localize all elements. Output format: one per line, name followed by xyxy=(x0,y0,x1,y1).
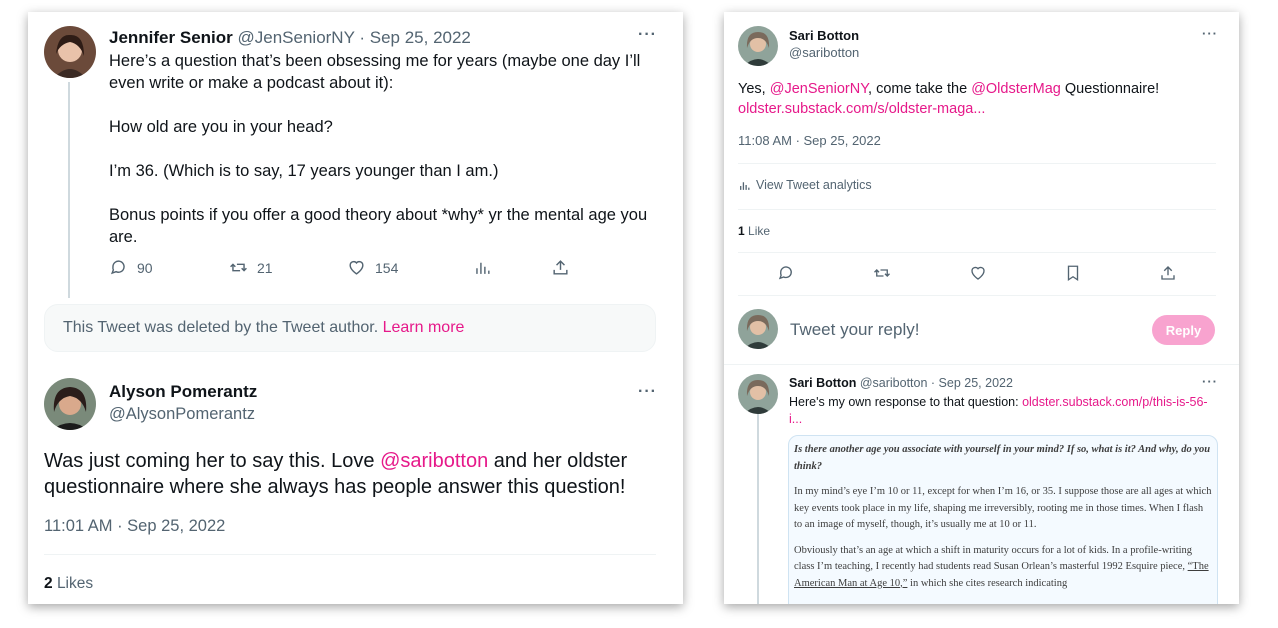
divider xyxy=(44,554,656,555)
thread-connector-line xyxy=(68,82,70,298)
tweet1-date[interactable]: · Sep 25, 2022 xyxy=(359,28,471,47)
heart-icon[interactable] xyxy=(969,264,987,282)
tweet1-author-handle[interactable]: @JenSeniorNY xyxy=(238,28,355,47)
reply-input[interactable]: Tweet your reply! xyxy=(790,320,919,340)
retweet-count: 21 xyxy=(257,259,273,276)
share-icon[interactable] xyxy=(1159,264,1177,282)
tweet1-paragraph: I’m 36. (Which is to say, 17 years young… xyxy=(109,162,499,180)
current-user-avatar[interactable] xyxy=(738,309,778,349)
main-tweet-text: Questionnaire! xyxy=(1060,81,1160,97)
like-button[interactable]: 154 xyxy=(347,258,398,277)
divider xyxy=(738,209,1216,210)
excerpt-text: Obviously that’s an age at which a shift… xyxy=(794,544,1193,573)
excerpt-paragraph: Obviously that’s an age at which a shift… xyxy=(794,543,1212,593)
thread-connector-line xyxy=(757,414,759,604)
tweet1-author-name[interactable]: Jennifer Senior xyxy=(109,28,233,47)
divider xyxy=(738,163,1216,164)
main-tweet-likes[interactable]: 1 Like xyxy=(738,224,770,238)
jennifer-senior-avatar[interactable] xyxy=(44,26,96,78)
tweet2-body: Was just coming her to say this. Love @s… xyxy=(44,448,664,500)
main-tweet-body: Yes, @JenSeniorNY, come take the @Oldste… xyxy=(738,79,1218,119)
divider xyxy=(724,364,1239,365)
analytics-icon xyxy=(476,262,490,274)
divider xyxy=(738,295,1216,296)
alyson-pomerantz-avatar[interactable] xyxy=(44,378,96,430)
likes-count: 1 xyxy=(738,224,745,238)
tweet1-more-icon[interactable]: ··· xyxy=(638,26,657,44)
tweet1-paragraph: Here’s a question that’s been obsessing … xyxy=(109,52,641,92)
reply-count: 90 xyxy=(137,259,153,276)
reply-icon xyxy=(110,260,125,275)
reply-more-icon[interactable]: ··· xyxy=(1202,374,1218,389)
tweet1-body: Here’s a question that’s been obsessing … xyxy=(109,50,674,248)
excerpt-question: Is there another age you associate with … xyxy=(794,444,1211,472)
tweet2-likes[interactable]: 2 Likes xyxy=(44,575,93,593)
main-tweet-timestamp[interactable]: 11:08 AM · Sep 25, 2022 xyxy=(738,133,881,148)
reply-author-handle[interactable]: @saribotton xyxy=(860,376,928,390)
reply-date[interactable]: · Sep 25, 2022 xyxy=(931,376,1013,390)
mention-jenseniorny[interactable]: @JenSeniorNY xyxy=(770,81,868,97)
tweet1-header: Jennifer Senior @JenSeniorNY · Sep 25, 2… xyxy=(109,28,471,48)
tweet2-author-name[interactable]: Alyson Pomerantz xyxy=(109,382,257,402)
main-tweet-actions xyxy=(724,264,1239,284)
share-icon xyxy=(553,260,568,275)
mention-oldstermag[interactable]: @OldsterMag xyxy=(971,81,1061,97)
sari-botton-avatar[interactable] xyxy=(738,26,778,66)
likes-label: Like xyxy=(748,224,771,238)
main-tweet-text: Yes, xyxy=(738,81,770,97)
reply-tweet-header: Sari Botton @saribotton · Sep 25, 2022 xyxy=(789,376,1013,390)
view-tweet-analytics[interactable]: View Tweet analytics xyxy=(738,178,872,192)
retweet-icon xyxy=(230,263,247,272)
main-tweet-more-icon[interactable]: ··· xyxy=(1202,26,1218,41)
reply-author-name[interactable]: Sari Botton xyxy=(789,376,856,390)
bookmark-icon[interactable] xyxy=(1064,264,1082,282)
main-tweet-text: , come take the xyxy=(868,81,972,97)
main-tweet-author-name[interactable]: Sari Botton xyxy=(789,28,859,43)
analytics-button[interactable] xyxy=(473,258,492,277)
analytics-icon xyxy=(740,181,750,190)
retweet-button[interactable]: 21 xyxy=(229,258,273,277)
reply-submit-button[interactable]: Reply xyxy=(1152,315,1215,345)
tweet2-more-icon[interactable]: ··· xyxy=(638,383,657,401)
sari-botton-reply-avatar[interactable] xyxy=(738,374,778,414)
mention-saribotton[interactable]: @saribotton xyxy=(380,450,488,472)
likes-count: 2 xyxy=(44,575,53,592)
tweet1-paragraph: Bonus points if you offer a good theory … xyxy=(109,206,648,246)
reply-text: Here's my own response to that question: xyxy=(789,395,1023,409)
like-count: 154 xyxy=(375,259,399,276)
reply-button[interactable]: 90 xyxy=(109,258,153,277)
right-screenshot-panel: Sari Botton @saribotton ··· Yes, @JenSen… xyxy=(724,12,1239,604)
oldster-link[interactable]: oldster.substack.com/s/oldster-maga... xyxy=(738,101,985,117)
main-tweet-author-handle[interactable]: @saribotton xyxy=(789,45,859,60)
excerpt-text: in which she cites research indicating xyxy=(907,577,1068,589)
reply-icon[interactable] xyxy=(777,264,795,282)
tweet1-paragraph: How old are you in your head? xyxy=(109,118,333,136)
tweet2-timestamp[interactable]: 11:01 AM · Sep 25, 2022 xyxy=(44,517,225,536)
heart-icon xyxy=(349,260,364,275)
embedded-article-excerpt[interactable]: Is there another age you associate with … xyxy=(788,435,1218,604)
tweet2-text: Was just coming her to say this. Love xyxy=(44,450,381,472)
learn-more-link[interactable]: Learn more xyxy=(383,319,465,336)
view-tweet-analytics-label: View Tweet analytics xyxy=(756,178,872,192)
share-button[interactable] xyxy=(551,258,570,277)
reply-tweet-body: Here's my own response to that question:… xyxy=(789,394,1219,428)
left-screenshot-panel: Jennifer Senior @JenSeniorNY · Sep 25, 2… xyxy=(28,12,683,604)
deleted-tweet-notice: This Tweet was deleted by the Tweet auth… xyxy=(44,304,656,352)
tweet2-author-handle[interactable]: @AlysonPomerantz xyxy=(109,405,255,424)
likes-label: Likes xyxy=(56,575,94,592)
deleted-tweet-text: This Tweet was deleted by the Tweet auth… xyxy=(63,319,379,336)
divider xyxy=(738,252,1216,253)
excerpt-paragraph: In my mind’s eye I’m 10 or 11, except fo… xyxy=(794,486,1212,530)
retweet-icon[interactable] xyxy=(873,264,891,282)
